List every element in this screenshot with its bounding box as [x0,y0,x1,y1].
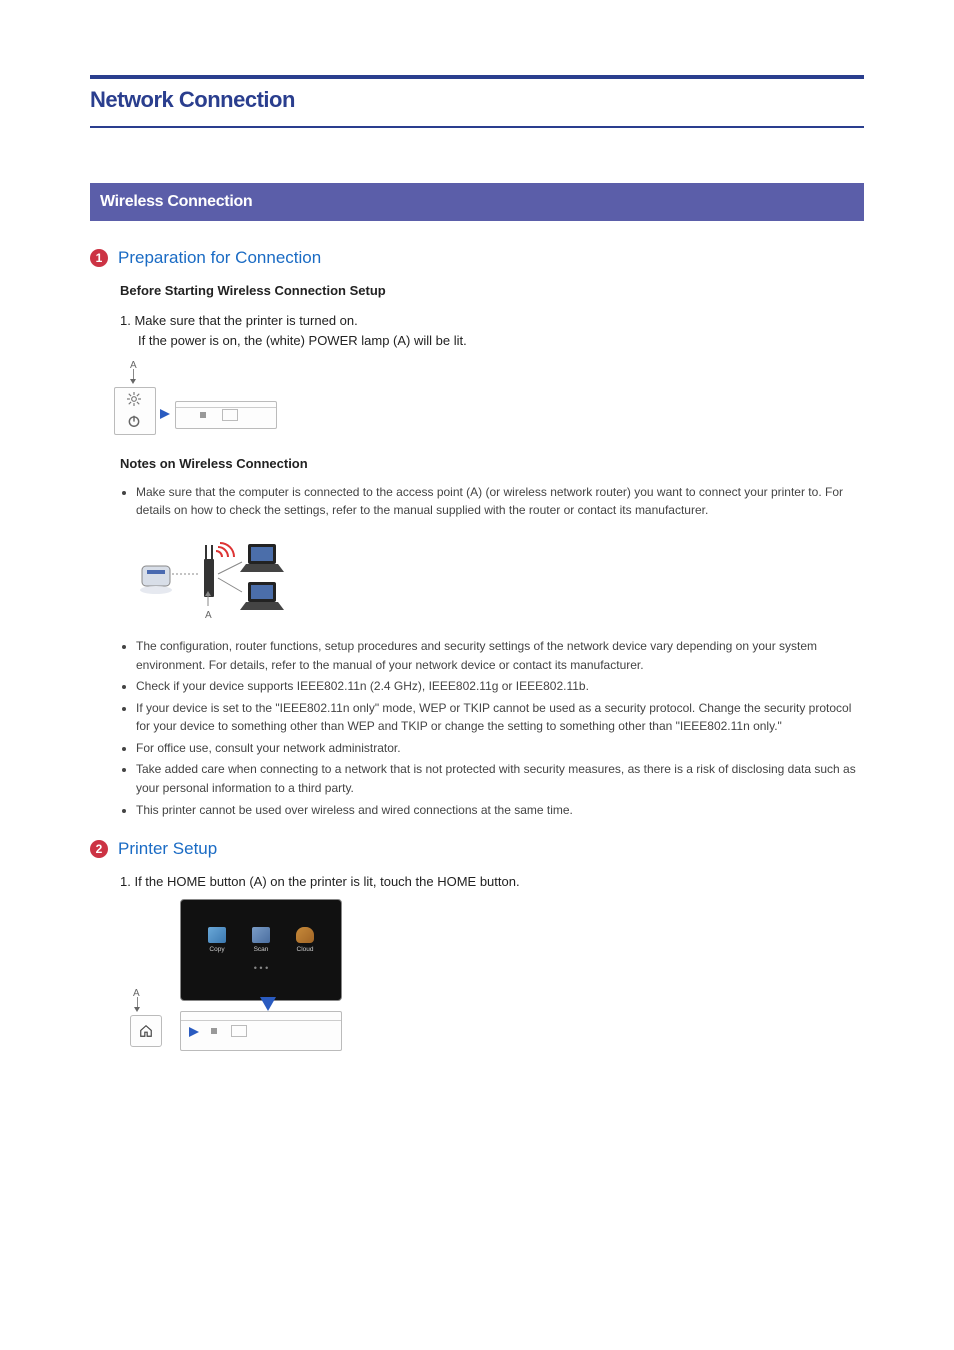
step-2-number-icon: 2 [90,840,108,858]
indicator-square [211,1028,217,1034]
main-title-wrap: Network Connection [90,75,864,128]
cloud-icon [296,927,314,943]
step-2-header: 2 Printer Setup [90,837,864,861]
step-1-title: Preparation for Connection [118,246,321,270]
arrow-right-blue-icon [189,1027,199,1037]
note-item: Check if your device supports IEEE802.11… [136,677,864,696]
printer-screen: Copy Scan Cloud • • • [180,899,342,1001]
lamp-icon [127,392,141,406]
printer-panel-bottom [180,1011,342,1051]
page: Network Connection Wireless Connection 1… [0,0,954,1350]
power-icon [127,414,141,428]
app-scan: Scan [246,926,276,956]
notes-heading: Notes on Wireless Connection [120,455,864,473]
notes-list-top: Make sure that the computer is connected… [120,483,864,520]
screen-app-row: Copy Scan Cloud [202,926,320,956]
note-item: The configuration, router functions, set… [136,637,864,674]
step-2-content: 1. If the HOME button (A) on the printer… [90,873,864,1059]
indicator-rect [231,1025,247,1037]
indicator-square [200,412,206,418]
step-1-content: Before Starting Wireless Connection Setu… [90,282,864,819]
app-scan-label: Scan [254,945,269,954]
copy-icon [208,927,226,943]
network-diagram: A [140,538,290,623]
arrow-down-icon [130,379,136,384]
printer-home-diagram: Copy Scan Cloud • • • [140,899,360,1059]
diagram-net-label-a: A [205,610,212,621]
indicator-rect [222,409,238,421]
step-1-number-icon: 1 [90,249,108,267]
app-cloud-label: Cloud [297,945,314,954]
app-cloud: Cloud [290,926,320,956]
notes-list-bottom: The configuration, router functions, set… [120,637,864,819]
arrow-down-blue-icon [260,997,276,1011]
wireless-connection-banner: Wireless Connection [90,183,864,221]
pager-dots: • • • [254,962,268,975]
step-1-header: 1 Preparation for Connection [90,246,864,270]
app-copy: Copy [202,926,232,956]
page-title: Network Connection [90,85,864,116]
arrow-right-icon [160,409,170,419]
home-button-box [130,1015,162,1047]
printer-body-panel [175,401,277,429]
printer-power-panel [114,387,156,435]
step-1-line-1b: If the power is on, the (white) POWER la… [120,332,864,350]
note-item: Take added care when connecting to a net… [136,760,864,797]
power-lamp-diagram: A [120,359,280,439]
note-item: Make sure that the computer is connected… [136,483,864,520]
step-1-line-1: 1. Make sure that the printer is turned … [120,312,864,330]
before-heading: Before Starting Wireless Connection Setu… [120,282,864,300]
arrow-down-icon [134,1007,140,1012]
step-2-line-1: 1. If the HOME button (A) on the printer… [120,873,864,891]
note-item: For office use, consult your network adm… [136,739,864,758]
app-copy-label: Copy [209,945,224,954]
step-2-title: Printer Setup [118,837,217,861]
note-item: If your device is set to the "IEEE802.11… [136,699,864,736]
scan-icon [252,927,270,943]
home-icon [139,1024,153,1038]
note-item: This printer cannot be used over wireles… [136,801,864,820]
